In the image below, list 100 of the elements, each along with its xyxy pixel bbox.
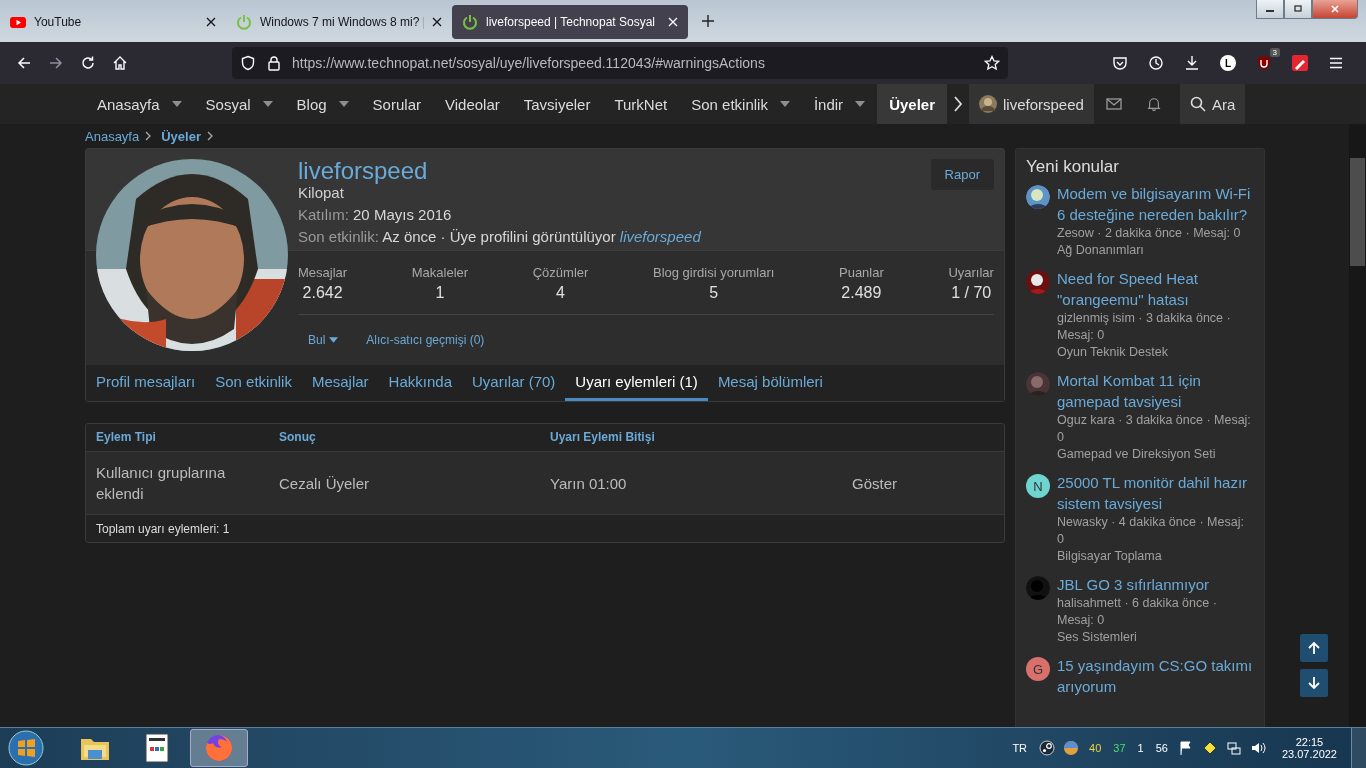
nav-item[interactable]: Sorular bbox=[360, 84, 433, 124]
thread-meta: Zesow · 2 dakika önce · Mesaj: 0 bbox=[1057, 225, 1242, 242]
close-button[interactable] bbox=[1312, 0, 1358, 19]
maximize-button[interactable] bbox=[1284, 0, 1312, 19]
address-bar[interactable]: https://www.technopat.net/sosyal/uye/liveforspeed.112043/#warningsActions bbox=[232, 47, 1008, 79]
forum-name[interactable]: Ses Sistemleri bbox=[1057, 629, 1254, 646]
close-icon[interactable] bbox=[432, 17, 442, 27]
show-link[interactable]: Göster bbox=[842, 472, 1004, 494]
thread-meta: Newasky · 4 dakika önce · Mesaj: 0 bbox=[1057, 514, 1245, 548]
account-avatar[interactable]: L bbox=[1220, 55, 1236, 71]
scroll-up-button[interactable] bbox=[1300, 634, 1328, 662]
nav-item[interactable]: Sosyal bbox=[193, 84, 285, 124]
thread-title-link[interactable]: Mortal Kombat 11 için gamepad tavsiyesi bbox=[1057, 370, 1254, 412]
browser-tab[interactable]: YouTube bbox=[0, 5, 226, 39]
stat-label: Blog girdisi yorumları bbox=[653, 265, 775, 280]
reload-icon[interactable] bbox=[80, 55, 96, 71]
nav-item[interactable]: Üyeler bbox=[877, 84, 947, 124]
nav-item[interactable]: Blog bbox=[284, 84, 361, 124]
stat-label: Makaleler bbox=[411, 265, 469, 280]
pen-logo-icon[interactable] bbox=[1292, 55, 1308, 71]
browser-tab[interactable]: liveforspeed | Technopat Sosyal bbox=[452, 5, 688, 39]
breadcrumb-link[interactable]: Anasayfa bbox=[85, 128, 140, 144]
shield-logo-icon[interactable] bbox=[1256, 55, 1272, 71]
thread-title-link[interactable]: Need for Speed Heat "orangeemu" hatası bbox=[1057, 268, 1254, 310]
language-indicator[interactable]: TR bbox=[1012, 742, 1028, 754]
lock-icon bbox=[266, 55, 282, 71]
plus-icon[interactable] bbox=[702, 15, 714, 27]
forward-icon[interactable] bbox=[48, 55, 64, 71]
profile-link[interactable]: liveforspeed bbox=[619, 228, 701, 245]
bell-icon[interactable] bbox=[1145, 97, 1162, 111]
avatar-icon bbox=[979, 95, 997, 113]
envelope-icon[interactable] bbox=[1105, 97, 1122, 111]
nav-item[interactable]: TurkNet bbox=[602, 84, 680, 124]
steam-icon[interactable] bbox=[1039, 740, 1056, 756]
diamond-icon[interactable] bbox=[1201, 740, 1218, 756]
clock-icon[interactable] bbox=[1148, 55, 1164, 71]
profile-action-link[interactable]: Bul bbox=[308, 333, 339, 347]
stat-label: Çözümler bbox=[532, 265, 589, 280]
show-desktop-button[interactable] bbox=[1351, 728, 1366, 768]
profile-action-link[interactable]: Alıcı-satıcı geçmişi (0) bbox=[366, 333, 485, 347]
caret-icon[interactable] bbox=[262, 101, 273, 107]
nav-item[interactable]: İndir bbox=[801, 84, 878, 124]
browser-tab[interactable]: Windows 7 mi Windows 8 mi? | bbox=[226, 5, 452, 39]
profile-tab[interactable]: Son etkinlik bbox=[205, 365, 302, 401]
forum-name[interactable]: Bilgisayar Toplama bbox=[1057, 548, 1254, 565]
breadcrumb-link[interactable]: Üyeler bbox=[161, 128, 201, 144]
chevron-right-icon[interactable] bbox=[953, 96, 963, 112]
forum-name[interactable]: Oyun Teknik Destek bbox=[1057, 344, 1254, 361]
thread-title-link[interactable]: 15 yaşındayım CS:GO takımı arıyorum bbox=[1057, 655, 1254, 697]
scrollbar-thumb[interactable] bbox=[1350, 158, 1365, 266]
back-icon[interactable] bbox=[16, 55, 32, 71]
caret-icon[interactable] bbox=[779, 101, 790, 107]
close-icon[interactable] bbox=[206, 17, 216, 27]
star-icon[interactable] bbox=[984, 55, 1000, 71]
stat-value: 1 bbox=[435, 284, 445, 302]
search-button[interactable]: Ara bbox=[1179, 84, 1246, 124]
power-icon bbox=[236, 14, 252, 30]
download-icon[interactable] bbox=[1184, 55, 1200, 71]
nav-item[interactable]: Videolar bbox=[432, 84, 512, 124]
nav-item[interactable]: Anasayfa bbox=[85, 84, 194, 124]
thread-title-link[interactable]: JBL GO 3 sıfırlanmıyor bbox=[1057, 574, 1254, 595]
globe-icon[interactable] bbox=[1063, 740, 1080, 756]
forum-name[interactable]: Ağ Donanımları bbox=[1057, 242, 1254, 259]
scroll-down-button[interactable] bbox=[1300, 669, 1328, 697]
clock[interactable]: 22:15 23.07.2022 bbox=[1281, 736, 1337, 760]
report-button[interactable]: Rapor bbox=[930, 159, 994, 190]
stat-value: 5 bbox=[709, 284, 719, 302]
network-icon[interactable] bbox=[1225, 740, 1242, 756]
caret-icon[interactable] bbox=[171, 101, 182, 107]
profile-tab[interactable]: Uyarılar (70) bbox=[462, 365, 566, 401]
user-menu[interactable]: liveforspeed bbox=[969, 84, 1094, 124]
flag-icon[interactable] bbox=[1177, 740, 1194, 756]
table-cell-text: Kullanıcı gruplarına eklendi bbox=[95, 463, 227, 504]
profile-tab[interactable]: Profil mesajları bbox=[86, 365, 206, 401]
pocket-icon[interactable] bbox=[1112, 55, 1128, 71]
menu-icon[interactable] bbox=[1328, 55, 1344, 71]
profile-tab[interactable]: Hakkında bbox=[378, 365, 462, 401]
thread-title-link[interactable]: Modem ve bilgisayarım Wi-Fi 6 desteğine nereden bakılır? bbox=[1057, 183, 1254, 225]
count-badge: 3 bbox=[1269, 48, 1280, 57]
caret-icon[interactable] bbox=[338, 101, 349, 107]
caret-icon[interactable] bbox=[855, 101, 866, 107]
profile-tab[interactable]: Mesajlar bbox=[301, 365, 379, 401]
table-cell-text: Cezalı Üyeler bbox=[278, 473, 371, 494]
thread-meta: halisahmett · 6 dakika önce · Mesaj: 0 bbox=[1057, 595, 1218, 629]
thread-title-link[interactable]: 25000 TL monitör dahil hazır sistem tavsiyesi bbox=[1057, 472, 1254, 514]
nav-item[interactable]: Tavsiyeler bbox=[511, 84, 603, 124]
profile-tab[interactable]: Uyarı eylemleri (1) bbox=[565, 365, 708, 401]
letter-avatar[interactable]: G bbox=[1026, 657, 1050, 681]
home-icon[interactable] bbox=[112, 55, 128, 71]
close-icon bbox=[1330, 5, 1340, 13]
profile-name[interactable]: liveforspeed bbox=[298, 157, 428, 185]
start-button[interactable] bbox=[8, 730, 44, 766]
nav-item[interactable]: Son etkinlik bbox=[679, 84, 802, 124]
letter-avatar[interactable]: N bbox=[1026, 474, 1050, 498]
speaker-icon[interactable] bbox=[1249, 740, 1266, 756]
minimize-button[interactable] bbox=[1256, 0, 1284, 19]
stat-value: 1 / 70 bbox=[951, 284, 992, 302]
url-text: https://www.technopat.net/sosyal/uye/liveforspeed.112043/#warningsActions bbox=[292, 55, 766, 71]
forum-name[interactable]: Gamepad ve Direksiyon Seti bbox=[1057, 446, 1254, 463]
profile-tab[interactable]: Mesaj bölümleri bbox=[707, 365, 833, 401]
